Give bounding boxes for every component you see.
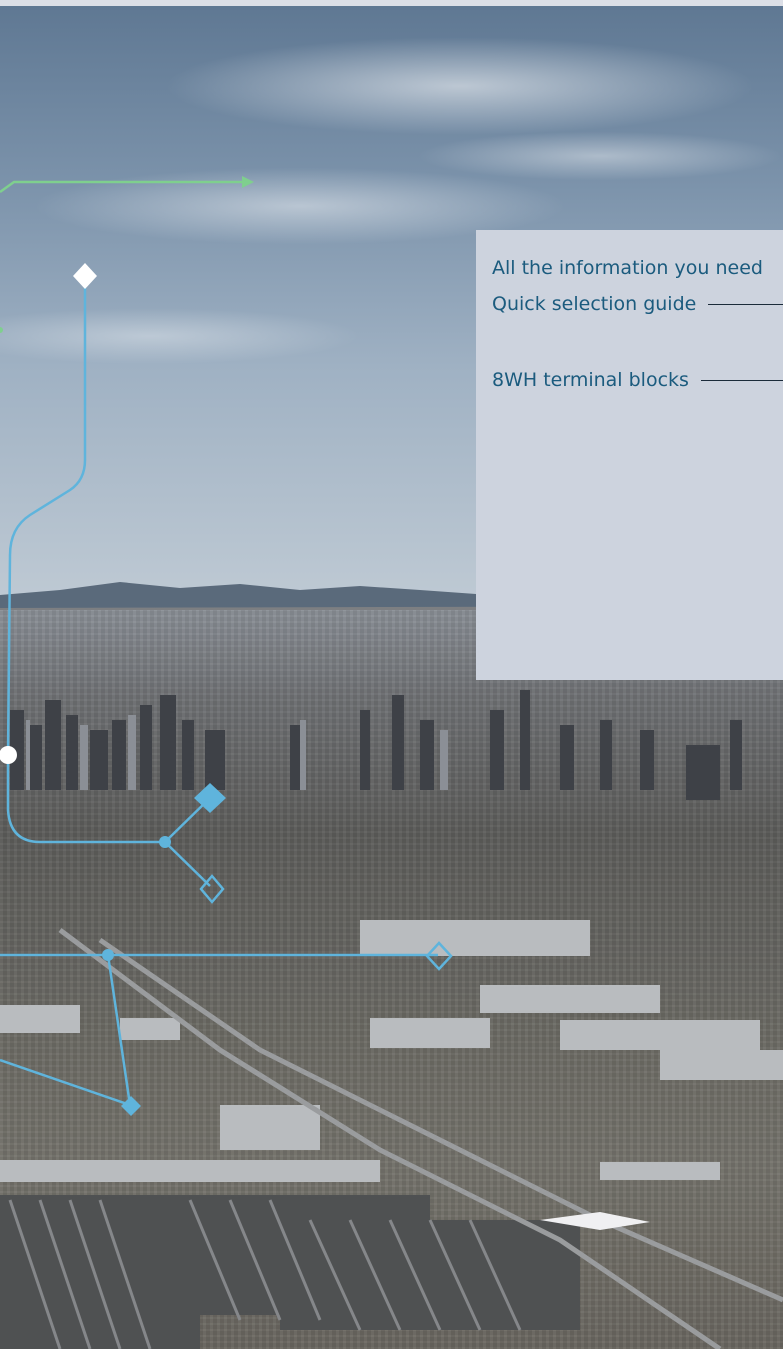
city-skyline xyxy=(10,690,742,800)
quick-selection-guide-label[interactable]: Quick selection guide xyxy=(492,293,696,315)
info-panel: All the information you need Quick selec… xyxy=(476,230,783,680)
8wh-terminal-blocks-label[interactable]: 8WH terminal blocks xyxy=(492,369,689,391)
leader-line xyxy=(708,304,783,305)
industrial-area xyxy=(0,920,783,1349)
intro-text-label: All the information you need xyxy=(492,257,763,279)
8wh-terminal-blocks-link[interactable]: 8WH terminal blocks xyxy=(492,369,783,391)
quick-selection-guide-link[interactable]: Quick selection guide xyxy=(492,293,783,315)
intro-text: All the information you need xyxy=(492,257,763,279)
leader-line xyxy=(700,380,783,381)
